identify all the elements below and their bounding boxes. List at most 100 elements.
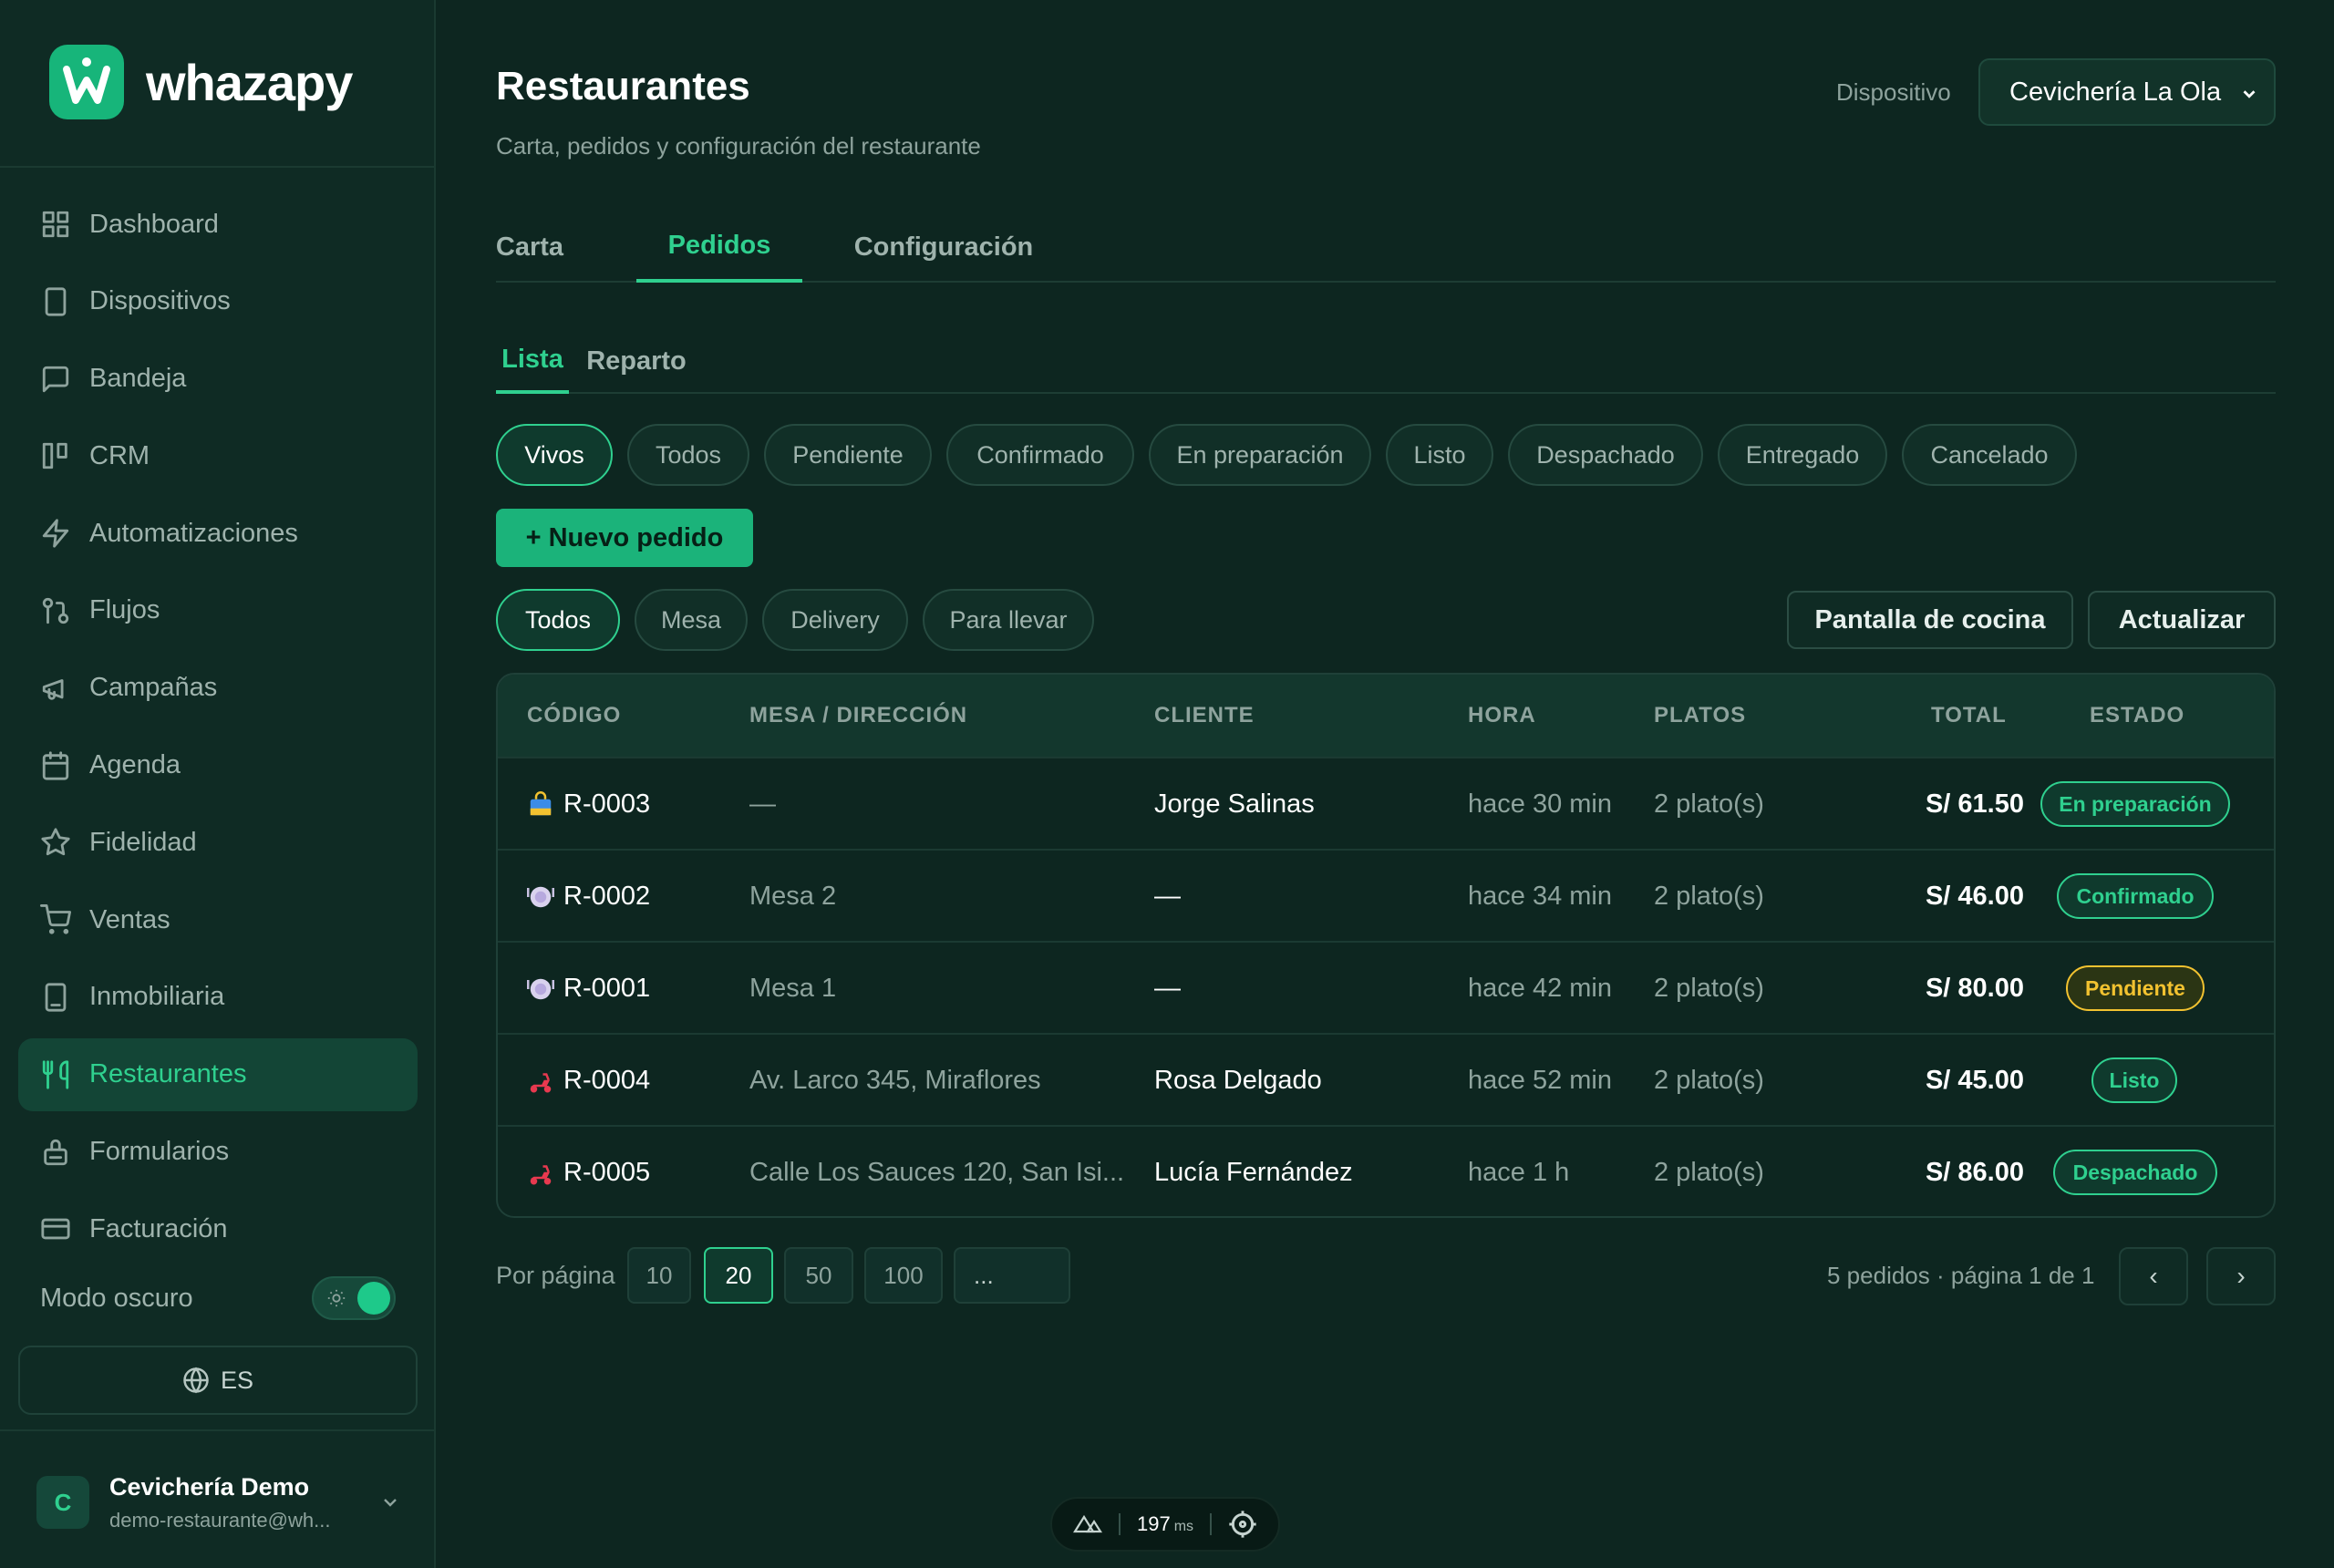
order-total: S/ 86.00 — [1925, 1158, 2024, 1187]
tab-pedidos[interactable]: Pedidos — [636, 211, 802, 283]
column-header-total[interactable]: TOTAL — [1931, 675, 2007, 757]
subtab-lista[interactable]: Lista — [496, 328, 569, 394]
table-row[interactable]: R-0002 Mesa 2 — hace 34 min 2 plato(s) S… — [498, 849, 2274, 941]
order-code-cell: R-0002 — [527, 851, 737, 943]
per-page-custom[interactable]: ... — [954, 1247, 1070, 1304]
chevron-down-icon — [384, 1499, 397, 1507]
sidebar-item-agenda[interactable]: Agenda — [18, 729, 418, 802]
table-row[interactable]: R-0003 — Jorge Salinas hace 30 min 2 pla… — [498, 757, 2274, 849]
sidebar-item-label: Bandeja — [89, 364, 187, 394]
filter-confirmado[interactable]: Confirmado — [946, 424, 1134, 486]
per-page-20[interactable]: 20 — [704, 1247, 773, 1304]
type-filter-mesa[interactable]: Mesa — [635, 589, 748, 651]
filter-en-preparacion[interactable]: En preparación — [1149, 424, 1371, 486]
utensils-icon — [40, 1059, 71, 1090]
order-time: hace 42 min — [1468, 974, 1612, 1003]
order-location: — — [749, 789, 776, 819]
order-dishes: 2 plato(s) — [1654, 1158, 1764, 1187]
table-row[interactable]: R-0004 Av. Larco 345, Miraflores Rosa De… — [498, 1033, 2274, 1125]
divider — [1210, 1513, 1213, 1535]
flow-icon — [40, 595, 71, 626]
order-client: Lucía Fernández — [1154, 1158, 1353, 1187]
filter-vivos[interactable]: Vivos — [496, 424, 613, 486]
order-location: Mesa 1 — [749, 974, 837, 1003]
filter-despachado[interactable]: Despachado — [1508, 424, 1703, 486]
message-icon — [40, 364, 71, 395]
filter-todos[interactable]: Todos — [627, 424, 749, 486]
sidebar-item-formularios[interactable]: Formularios — [18, 1116, 418, 1189]
order-code: R-0002 — [563, 882, 651, 911]
sidebar-item-dispositivos[interactable]: Dispositivos — [18, 265, 418, 338]
user-menu[interactable]: C Cevichería Demo demo-restaurante@wh... — [36, 1466, 401, 1539]
order-client: — — [1154, 974, 1181, 1003]
column-header-cliente[interactable]: CLIENTE — [1154, 675, 1255, 757]
sidebar-item-flujos[interactable]: Flujos — [18, 574, 418, 647]
sidebar-item-facturacion[interactable]: Facturación — [18, 1192, 418, 1265]
divider — [0, 1429, 436, 1431]
column-header-platos[interactable]: PLATOS — [1654, 675, 1746, 757]
sidebar-item-label: Facturación — [89, 1213, 228, 1243]
sidebar-nav: Dashboard Dispositivos Bandeja CRM Autom… — [18, 188, 418, 1270]
subtab-reparto[interactable]: Reparto — [585, 328, 687, 394]
sidebar-item-automatizaciones[interactable]: Automatizaciones — [18, 497, 418, 570]
per-page-label: Por página — [496, 1262, 615, 1289]
refresh-button[interactable]: Actualizar — [2088, 591, 2276, 649]
new-order-button[interactable]: + Nuevo pedido — [496, 509, 753, 567]
tab-carta[interactable]: Carta — [496, 211, 563, 283]
type-filter-todos[interactable]: Todos — [496, 589, 620, 651]
brand-name: whazapy — [146, 53, 353, 111]
dark-mode-toggle[interactable] — [312, 1276, 396, 1320]
kitchen-screen-button[interactable]: Pantalla de cocina — [1787, 591, 2073, 649]
per-page-10[interactable]: 10 — [627, 1247, 691, 1304]
filter-cancelado[interactable]: Cancelado — [1902, 424, 2077, 486]
prev-page-button[interactable]: ‹ — [2119, 1247, 2188, 1305]
brand[interactable]: whazapy — [49, 44, 353, 120]
order-client: — — [1154, 882, 1181, 911]
tab-configuracion[interactable]: Configuración — [833, 211, 1054, 283]
language-button[interactable]: ES — [18, 1346, 418, 1415]
divider — [0, 166, 436, 168]
next-page-button[interactable]: › — [2206, 1247, 2276, 1305]
table-row[interactable]: R-0001 Mesa 1 — hace 42 min 2 plato(s) S… — [498, 941, 2274, 1033]
sidebar-item-label: Agenda — [89, 750, 181, 780]
type-filter-para-llevar[interactable]: Para llevar — [923, 589, 1094, 651]
perf-badge[interactable]: 197 ms — [1050, 1497, 1280, 1552]
perf-value: 197 ms — [1137, 1512, 1193, 1536]
table-row[interactable]: R-0005 Calle Los Sauces 120, San Isi... … — [498, 1125, 2274, 1216]
filter-pendiente[interactable]: Pendiente — [764, 424, 932, 486]
sidebar-item-fidelidad[interactable]: Fidelidad — [18, 806, 418, 879]
sidebar-item-restaurantes[interactable]: Restaurantes — [18, 1037, 418, 1111]
order-dishes: 2 plato(s) — [1654, 1066, 1764, 1095]
sidebar-item-label: Automatizaciones — [89, 518, 298, 548]
sidebar-item-bandeja[interactable]: Bandeja — [18, 343, 418, 416]
filter-entregado[interactable]: Entregado — [1718, 424, 1887, 486]
sidebar-item-dashboard[interactable]: Dashboard — [18, 188, 418, 261]
order-code-cell: R-0001 — [527, 943, 737, 1035]
sidebar: whazapy Dashboard Dispositivos Bandeja C… — [0, 0, 436, 1568]
device-select[interactable]: Cevichería La Ola — [1978, 58, 2276, 126]
order-location: Calle Los Sauces 120, San Isi... — [749, 1158, 1125, 1187]
zap-icon — [40, 518, 71, 549]
sidebar-item-inmobiliaria[interactable]: Inmobiliaria — [18, 961, 418, 1034]
column-header-codigo[interactable]: CÓDIGO — [527, 675, 621, 757]
user-name: Cevichería Demo — [109, 1472, 310, 1501]
sidebar-item-label: Dispositivos — [89, 286, 231, 316]
sidebar-item-crm[interactable]: CRM — [18, 419, 418, 492]
per-page-50[interactable]: 50 — [784, 1247, 853, 1304]
filter-listo[interactable]: Listo — [1386, 424, 1493, 486]
column-header-mesa-direccion[interactable]: MESA / DIRECCIÓN — [749, 675, 967, 757]
column-header-estado[interactable]: ESTADO — [2090, 675, 2184, 757]
sidebar-item-label: Formularios — [89, 1137, 230, 1167]
sidebar-item-campanas[interactable]: Campañas — [18, 652, 418, 725]
sun-icon — [327, 1289, 346, 1307]
column-header-hora[interactable]: HORA — [1468, 675, 1536, 757]
status-badge: Pendiente — [2066, 965, 2205, 1011]
avatar: C — [36, 1476, 89, 1529]
sidebar-item-ventas[interactable]: Ventas — [18, 883, 418, 956]
plate-icon — [527, 886, 554, 907]
building-icon — [40, 982, 71, 1013]
perf-unit: ms — [1173, 1519, 1194, 1534]
per-page-100[interactable]: 100 — [864, 1247, 943, 1304]
sidebar-item-label: Inmobiliaria — [89, 982, 225, 1012]
type-filter-delivery[interactable]: Delivery — [762, 589, 908, 651]
